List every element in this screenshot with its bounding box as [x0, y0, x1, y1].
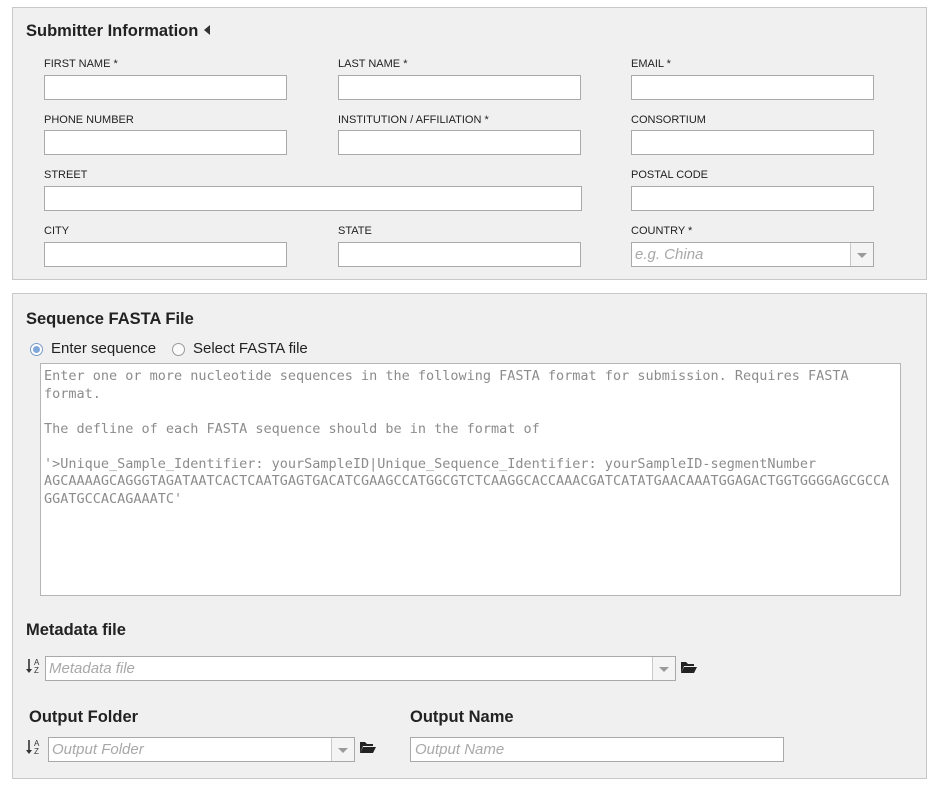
metadata-file-select[interactable]: Metadata file	[45, 656, 676, 681]
output-folder-placeholder: Output Folder	[52, 741, 144, 758]
last-name-input[interactable]	[338, 75, 581, 100]
street-label: STREET	[44, 169, 88, 181]
last-name-label: LAST NAME *	[338, 58, 408, 70]
metadata-file-placeholder: Metadata file	[49, 660, 135, 677]
country-label: COUNTRY *	[631, 225, 693, 237]
state-label: STATE	[338, 225, 372, 237]
email-input[interactable]	[631, 75, 874, 100]
consortium-label: CONSORTIUM	[631, 114, 706, 126]
first-name-input[interactable]	[44, 75, 287, 100]
postal-code-label: POSTAL CODE	[631, 169, 709, 181]
country-placeholder: e.g. China	[635, 246, 704, 263]
output-folder-select[interactable]: Output Folder	[48, 737, 355, 762]
metadata-title: Metadata file	[26, 621, 126, 639]
sequence-title: Sequence FASTA File	[26, 310, 194, 328]
city-input[interactable]	[44, 242, 287, 267]
svg-text:Z: Z	[34, 747, 39, 756]
country-select[interactable]: e.g. China	[631, 242, 874, 267]
folder-open-icon[interactable]	[680, 660, 698, 674]
enter-sequence-label[interactable]: Enter sequence	[51, 340, 156, 357]
sequence-panel: Sequence FASTA File Enter sequence Selec…	[12, 293, 927, 779]
first-name-label: FIRST NAME *	[44, 58, 118, 70]
chevron-down-icon[interactable]	[850, 243, 873, 266]
chevron-down-icon[interactable]	[652, 657, 675, 680]
institution-input[interactable]	[338, 130, 581, 155]
sort-az-icon[interactable]: A Z	[25, 656, 43, 676]
output-folder-title: Output Folder	[29, 708, 139, 726]
sequence-textarea[interactable]	[40, 363, 901, 596]
state-input[interactable]	[338, 242, 581, 267]
phone-label: PHONE NUMBER	[44, 114, 134, 126]
submitter-panel: Submitter Information FIRST NAME * LAST …	[12, 7, 927, 280]
phone-input[interactable]	[44, 130, 287, 155]
select-fasta-radio[interactable]	[172, 343, 185, 356]
city-label: CITY	[44, 225, 70, 237]
output-name-title: Output Name	[410, 708, 514, 726]
postal-code-input[interactable]	[631, 186, 874, 211]
submitter-title: Submitter Information	[26, 22, 199, 40]
collapse-caret-icon[interactable]	[204, 25, 211, 35]
svg-text:Z: Z	[34, 666, 39, 675]
street-input[interactable]	[44, 186, 582, 211]
email-label: EMAIL *	[631, 58, 671, 70]
folder-open-icon[interactable]	[359, 740, 377, 754]
sort-az-icon[interactable]: A Z	[25, 737, 43, 757]
submitter-header[interactable]: Submitter Information	[26, 22, 211, 41]
consortium-input[interactable]	[631, 130, 874, 155]
chevron-down-icon[interactable]	[331, 738, 354, 761]
institution-label: INSTITUTION / AFFILIATION *	[338, 114, 489, 126]
select-fasta-label[interactable]: Select FASTA file	[193, 340, 308, 357]
enter-sequence-radio[interactable]	[30, 343, 43, 356]
output-name-input[interactable]	[410, 737, 784, 762]
